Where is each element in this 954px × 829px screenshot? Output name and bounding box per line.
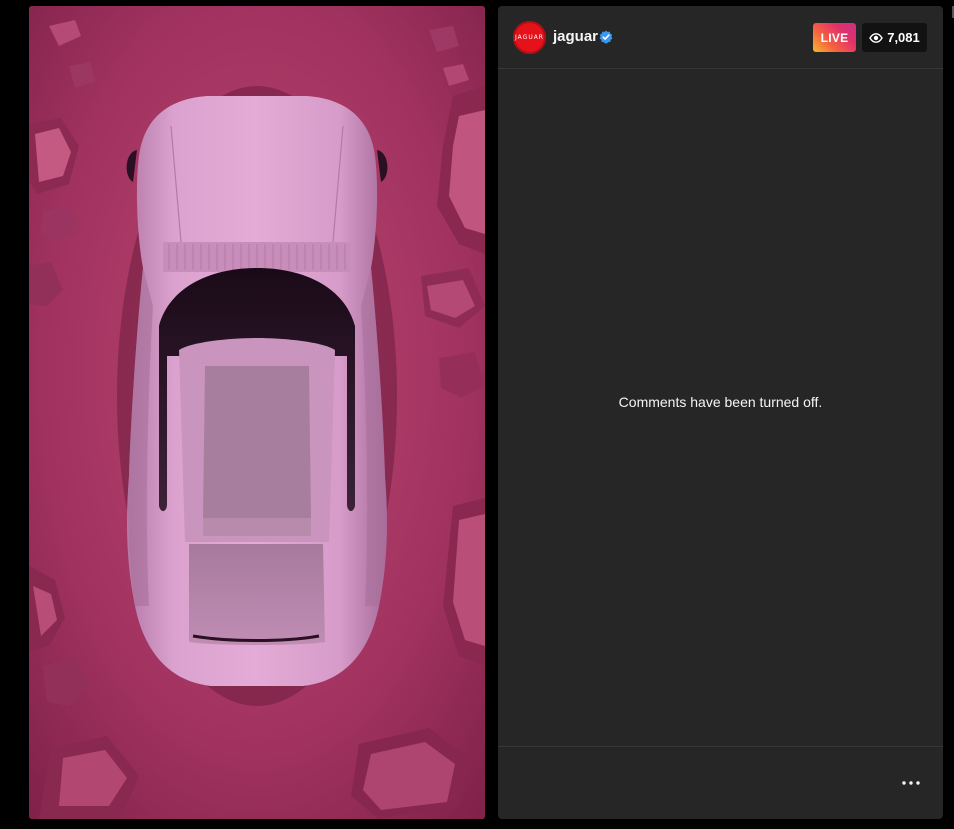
- viewer-count-badge: 7,081: [862, 23, 927, 52]
- comments-disabled-message: Comments have been turned off.: [618, 394, 823, 410]
- live-video-player[interactable]: [29, 6, 485, 819]
- avatar[interactable]: JAGUAR: [513, 21, 546, 54]
- live-side-panel: JAGUAR jaguar LIVE 7,081 Comments have b…: [498, 6, 943, 819]
- username-link[interactable]: jaguar: [553, 28, 598, 46]
- live-stream-page: JAGUAR jaguar LIVE 7,081 Comments have b…: [0, 0, 954, 829]
- eye-icon: [869, 32, 884, 43]
- jaguar-logo-icon: JAGUAR: [515, 34, 544, 41]
- live-header: JAGUAR jaguar LIVE 7,081: [498, 6, 943, 69]
- verified-badge-icon: [599, 30, 613, 44]
- viewer-count: 7,081: [887, 30, 920, 45]
- more-options-button[interactable]: [899, 775, 923, 791]
- live-footer: [498, 746, 943, 819]
- live-badge: LIVE: [813, 23, 856, 52]
- comments-area: Comments have been turned off.: [498, 70, 943, 746]
- video-frame-car-top-view: [29, 6, 485, 819]
- more-options-icon: [902, 781, 920, 785]
